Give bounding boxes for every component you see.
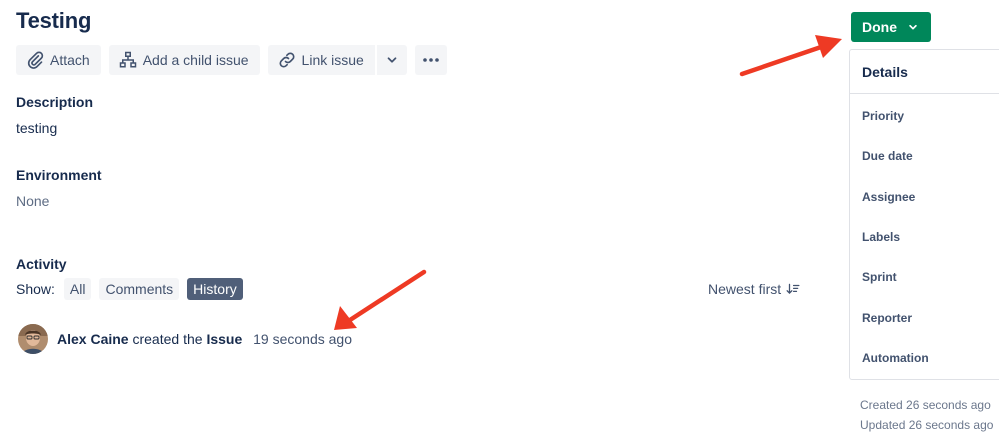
link-issue-dropdown-button[interactable] <box>376 45 407 75</box>
detail-sprint: Sprint <box>862 270 897 284</box>
description-value[interactable]: testing <box>16 120 57 136</box>
sort-descending-icon <box>786 283 800 294</box>
details-heading[interactable]: Details <box>850 50 999 94</box>
chevron-down-icon <box>387 57 397 63</box>
link-icon <box>279 52 295 68</box>
chevron-down-icon <box>909 24 917 30</box>
activity-label: Activity <box>16 256 67 272</box>
issue-toolbar: Attach Add a child issue Link issue <box>16 45 455 75</box>
activity-entry: Alex Caine created the Issue 19 seconds … <box>18 324 352 354</box>
attach-button[interactable]: Attach <box>16 45 101 75</box>
attach-label: Attach <box>50 52 90 68</box>
more-dots-icon <box>423 58 439 62</box>
description-label: Description <box>16 94 94 110</box>
environment-label: Environment <box>16 167 102 183</box>
detail-assignee: Assignee <box>862 190 916 204</box>
arrow-to-done-button <box>739 35 842 77</box>
avatar[interactable] <box>18 324 48 354</box>
activity-user[interactable]: Alex Caine <box>57 331 129 347</box>
detail-labels: Labels <box>862 230 901 244</box>
filter-comments[interactable]: Comments <box>99 278 180 300</box>
detail-reporter: Reporter <box>862 311 913 325</box>
details-panel: Details Priority Due date Assignee Label… <box>849 49 999 380</box>
more-actions-button[interactable] <box>414 45 447 75</box>
activity-object: Issue <box>206 331 243 347</box>
activity-text: Alex Caine created the Issue 19 seconds … <box>57 331 352 347</box>
add-child-issue-button[interactable]: Add a child issue <box>108 45 260 75</box>
status-done-button[interactable]: Done <box>851 12 931 42</box>
detail-automation: Automation <box>862 351 929 365</box>
detail-priority: Priority <box>862 109 905 123</box>
filter-history[interactable]: History <box>187 278 243 300</box>
show-label: Show: <box>16 281 55 297</box>
activity-filter: Show: All Comments History <box>16 278 251 300</box>
paperclip-icon <box>27 51 44 69</box>
hierarchy-icon <box>119 51 136 68</box>
activity-time: 19 seconds ago <box>253 331 352 347</box>
sort-order-button[interactable]: Newest first <box>708 281 800 297</box>
activity-action: created the <box>132 331 203 347</box>
created-timestamp: Created 26 seconds ago <box>860 398 991 412</box>
updated-timestamp: Updated 26 seconds ago <box>860 418 994 432</box>
arrow-to-activity-entry <box>334 269 427 330</box>
link-issue-label: Link issue <box>301 52 364 68</box>
link-issue-button[interactable]: Link issue <box>267 45 375 75</box>
filter-all[interactable]: All <box>63 278 92 300</box>
environment-value[interactable]: None <box>16 193 49 209</box>
sort-order-label: Newest first <box>708 281 782 297</box>
status-label: Done <box>862 19 897 35</box>
issue-title[interactable]: Testing <box>16 8 91 34</box>
add-child-issue-label: Add a child issue <box>142 52 249 68</box>
detail-due-date: Due date <box>862 149 913 163</box>
